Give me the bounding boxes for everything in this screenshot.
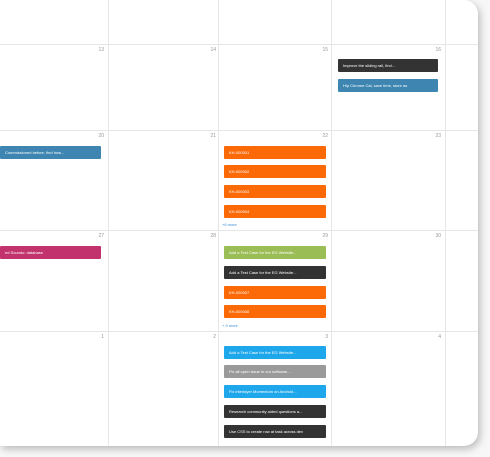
calendar-event[interactable]: KH-000008 [224, 305, 326, 318]
calendar-month-grid: 13 14 15 16 20 21 22 23 27 28 29 30 1 2 … [0, 0, 478, 446]
day-number[interactable]: 4 [425, 334, 441, 340]
calendar-event[interactable]: KH-000002 [224, 165, 326, 178]
day-number[interactable]: 14 [200, 47, 216, 53]
column-divider [331, 0, 332, 446]
calendar-event[interactable]: KH-000001 [224, 146, 326, 159]
day-number[interactable]: 20 [88, 133, 104, 139]
day-number[interactable]: 15 [312, 47, 328, 53]
more-events-link[interactable]: + 9 more [222, 323, 238, 328]
calendar-event[interactable]: Add a Test Case for the EG Website... [224, 246, 326, 259]
row-divider [0, 331, 478, 332]
day-number[interactable]: 30 [425, 233, 441, 239]
calendar-event[interactable]: ed Soundo: database [0, 246, 101, 259]
calendar-event[interactable]: KH-000003 [224, 185, 326, 198]
calendar-event[interactable]: Add a Test Case for the EG Website... [224, 266, 326, 279]
calendar-event[interactable]: Use CSS to create row at task across dev [224, 425, 326, 438]
more-events-link[interactable]: +6 more [222, 222, 237, 227]
day-number[interactable]: 29 [312, 233, 328, 239]
calendar-event[interactable]: KH-000007 [224, 286, 326, 299]
day-number[interactable]: 22 [312, 133, 328, 139]
calendar-event[interactable]: Fix interlayer Momentum on Android... [224, 385, 326, 398]
row-divider [0, 130, 478, 131]
calendar-event[interactable]: Hip Chrome Cal, save time, store as [338, 79, 438, 92]
day-number[interactable]: 28 [200, 233, 216, 239]
day-number[interactable]: 3 [312, 334, 328, 340]
calendar-event[interactable]: Fix all open issue in our software... [224, 365, 326, 378]
day-number[interactable]: 21 [200, 133, 216, 139]
column-divider [108, 0, 109, 446]
day-number[interactable]: 13 [88, 47, 104, 53]
calendar-event[interactable]: Commissioned before, find how... [0, 146, 101, 159]
day-number[interactable]: 27 [88, 233, 104, 239]
row-divider [0, 230, 478, 231]
row-divider [0, 44, 478, 45]
column-divider [218, 0, 219, 446]
column-divider [445, 0, 446, 446]
day-number[interactable]: 2 [200, 334, 216, 340]
calendar-event[interactable]: Add a Test Case for the EG Website... [224, 346, 326, 359]
calendar-event[interactable]: Research community aided questions a... [224, 405, 326, 418]
day-number[interactable]: 1 [88, 334, 104, 340]
day-number[interactable]: 16 [425, 47, 441, 53]
calendar-event[interactable]: KH-000004 [224, 205, 326, 218]
calendar-event[interactable]: Improve the sliding rail, find... [338, 59, 438, 72]
day-number[interactable]: 23 [425, 133, 441, 139]
